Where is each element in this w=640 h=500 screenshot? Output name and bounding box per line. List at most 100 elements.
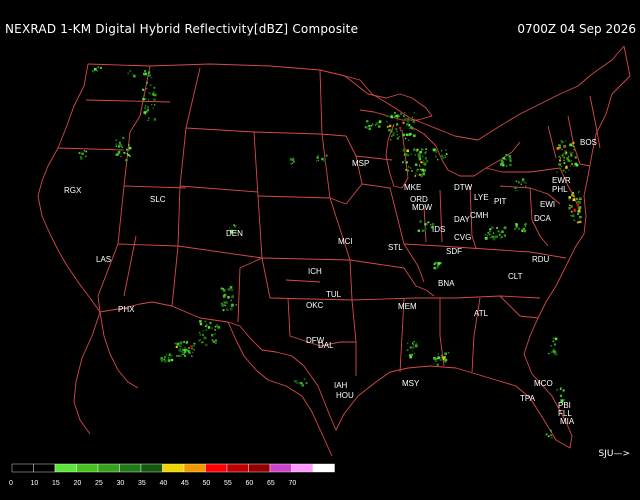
legend-tick: 60	[246, 480, 254, 487]
echo-pixel	[211, 333, 214, 337]
echo-pixel	[444, 155, 446, 157]
legend-swatch	[312, 463, 335, 473]
legend-tick: 35	[138, 480, 146, 487]
echo-pixel	[565, 151, 568, 154]
echo-pixel	[444, 361, 447, 363]
echo-pixel	[144, 70, 147, 73]
echo-pixel	[445, 149, 447, 151]
echo-pixel	[405, 138, 407, 140]
echo-pixel	[83, 150, 86, 152]
echo-pixel	[441, 356, 444, 359]
echo-pixel	[413, 148, 415, 150]
echo-pixel	[444, 358, 448, 362]
echo-pixel	[289, 158, 293, 161]
echo-pixel	[386, 115, 388, 118]
echo-pixel	[147, 99, 150, 101]
echo-pixel	[230, 288, 234, 292]
echo-pixel	[80, 157, 83, 160]
echo-pixel	[406, 149, 409, 153]
next-region-link[interactable]: SJU—>	[599, 449, 631, 459]
echo-pixel	[144, 98, 147, 100]
echo-pixel	[221, 304, 224, 307]
echo-pixel	[425, 160, 429, 163]
echo-pixel	[396, 119, 399, 121]
echo-pixel	[409, 346, 412, 349]
echo-pixel	[570, 215, 572, 217]
echo-pixel	[298, 382, 300, 385]
legend-tick: 55	[224, 480, 232, 487]
echo-pixel	[400, 129, 402, 131]
echo-pixel	[573, 209, 577, 212]
echo-pixel	[488, 233, 491, 236]
echo-pixel	[568, 169, 570, 171]
echo-pixel	[578, 208, 581, 211]
echo-pixel	[149, 83, 152, 86]
echo-pixel	[405, 133, 409, 136]
echo-pixel	[419, 164, 421, 166]
echo-pixel	[202, 330, 205, 332]
echo-pixel	[300, 382, 303, 385]
echo-pixel	[209, 321, 212, 325]
echo-pixel	[485, 234, 487, 236]
echo-pixel	[214, 328, 217, 331]
echo-pixel	[167, 359, 171, 362]
echo-pixel	[115, 139, 118, 142]
echo-pixel	[578, 190, 580, 193]
echo-pixel	[524, 182, 527, 184]
legend-swatch	[162, 463, 185, 473]
echo-pixel	[118, 141, 121, 144]
echo-pixel	[144, 104, 147, 107]
echo-pixel	[403, 115, 405, 117]
station-label: MCO	[534, 379, 553, 388]
echo-pixel	[420, 173, 422, 175]
echo-pixel	[408, 133, 411, 136]
echo-pixel	[220, 287, 223, 290]
header: NEXRAD 1-KM Digital Hybrid Reflectivity[…	[0, 0, 640, 36]
echo-pixel	[436, 363, 439, 366]
station-label: STL	[388, 243, 403, 252]
state-lines-west	[57, 65, 271, 323]
echo-pixel	[191, 351, 194, 354]
echo-pixel	[553, 348, 555, 351]
echo-pixel	[176, 342, 180, 346]
echo-pixel	[521, 229, 523, 231]
echo-pixel	[399, 127, 402, 130]
echo-pixel	[143, 73, 145, 75]
echo-pixel	[421, 229, 425, 232]
echo-pixel	[487, 232, 489, 234]
echo-pixel	[523, 181, 525, 183]
echo-pixel	[183, 341, 185, 343]
station-label: HOU	[336, 391, 354, 400]
echo-pixel	[500, 237, 502, 239]
echo-pixel	[577, 221, 579, 224]
station-label: MDW	[412, 203, 432, 212]
echo-pixel	[418, 157, 422, 161]
echo-pixel	[80, 156, 82, 158]
station-label: DAL	[318, 341, 334, 350]
color-scale-legend: 0 10 15 20 25 30 35 40 45 50 55 60 65 70	[9, 463, 335, 487]
echo-pixel	[518, 227, 521, 230]
echo-pixel	[484, 236, 488, 240]
echo-pixel	[572, 145, 574, 148]
echo-pixel	[495, 235, 498, 239]
echo-pixel	[503, 226, 507, 230]
echo-pixel	[125, 148, 128, 151]
echo-pixel	[577, 210, 580, 213]
echo-pixel	[500, 159, 504, 163]
echo-pixel	[545, 434, 547, 436]
echo-pixel	[220, 302, 223, 305]
echo-pixel	[550, 345, 552, 347]
echo-pixel	[117, 148, 119, 151]
echo-pixel	[224, 304, 227, 307]
echo-pixel	[396, 134, 398, 136]
echo-pixel	[521, 180, 523, 183]
echo-pixel	[416, 151, 418, 153]
echo-pixel	[386, 120, 388, 123]
echo-pixel	[419, 220, 422, 223]
echo-pixel	[424, 227, 427, 230]
echo-pixel	[547, 435, 550, 438]
echo-pixel	[506, 165, 508, 167]
echo-pixel	[413, 134, 416, 138]
echo-pixel	[417, 150, 419, 152]
echo-pixel	[132, 74, 136, 78]
